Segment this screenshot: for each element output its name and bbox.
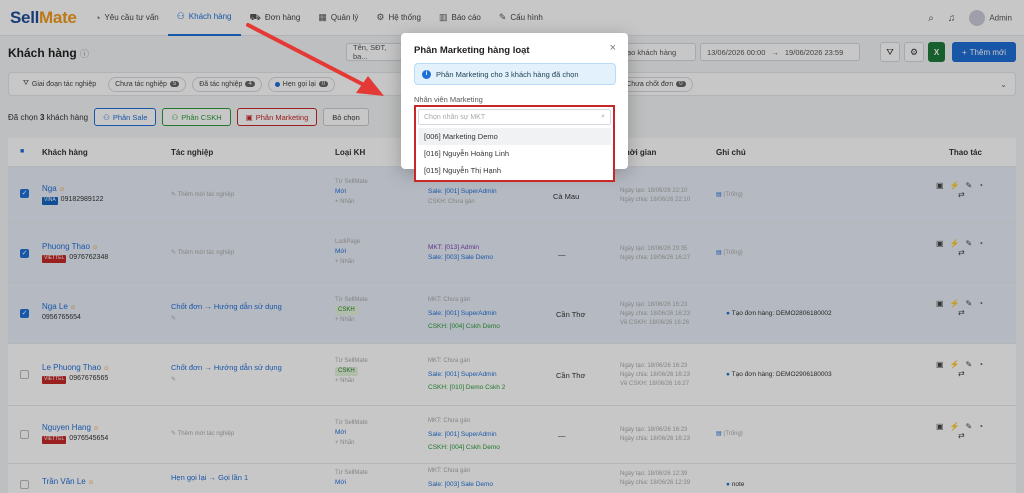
arrow-head — [356, 76, 384, 96]
arrow-shaft — [246, 23, 368, 88]
annotation-arrow — [246, 23, 384, 96]
